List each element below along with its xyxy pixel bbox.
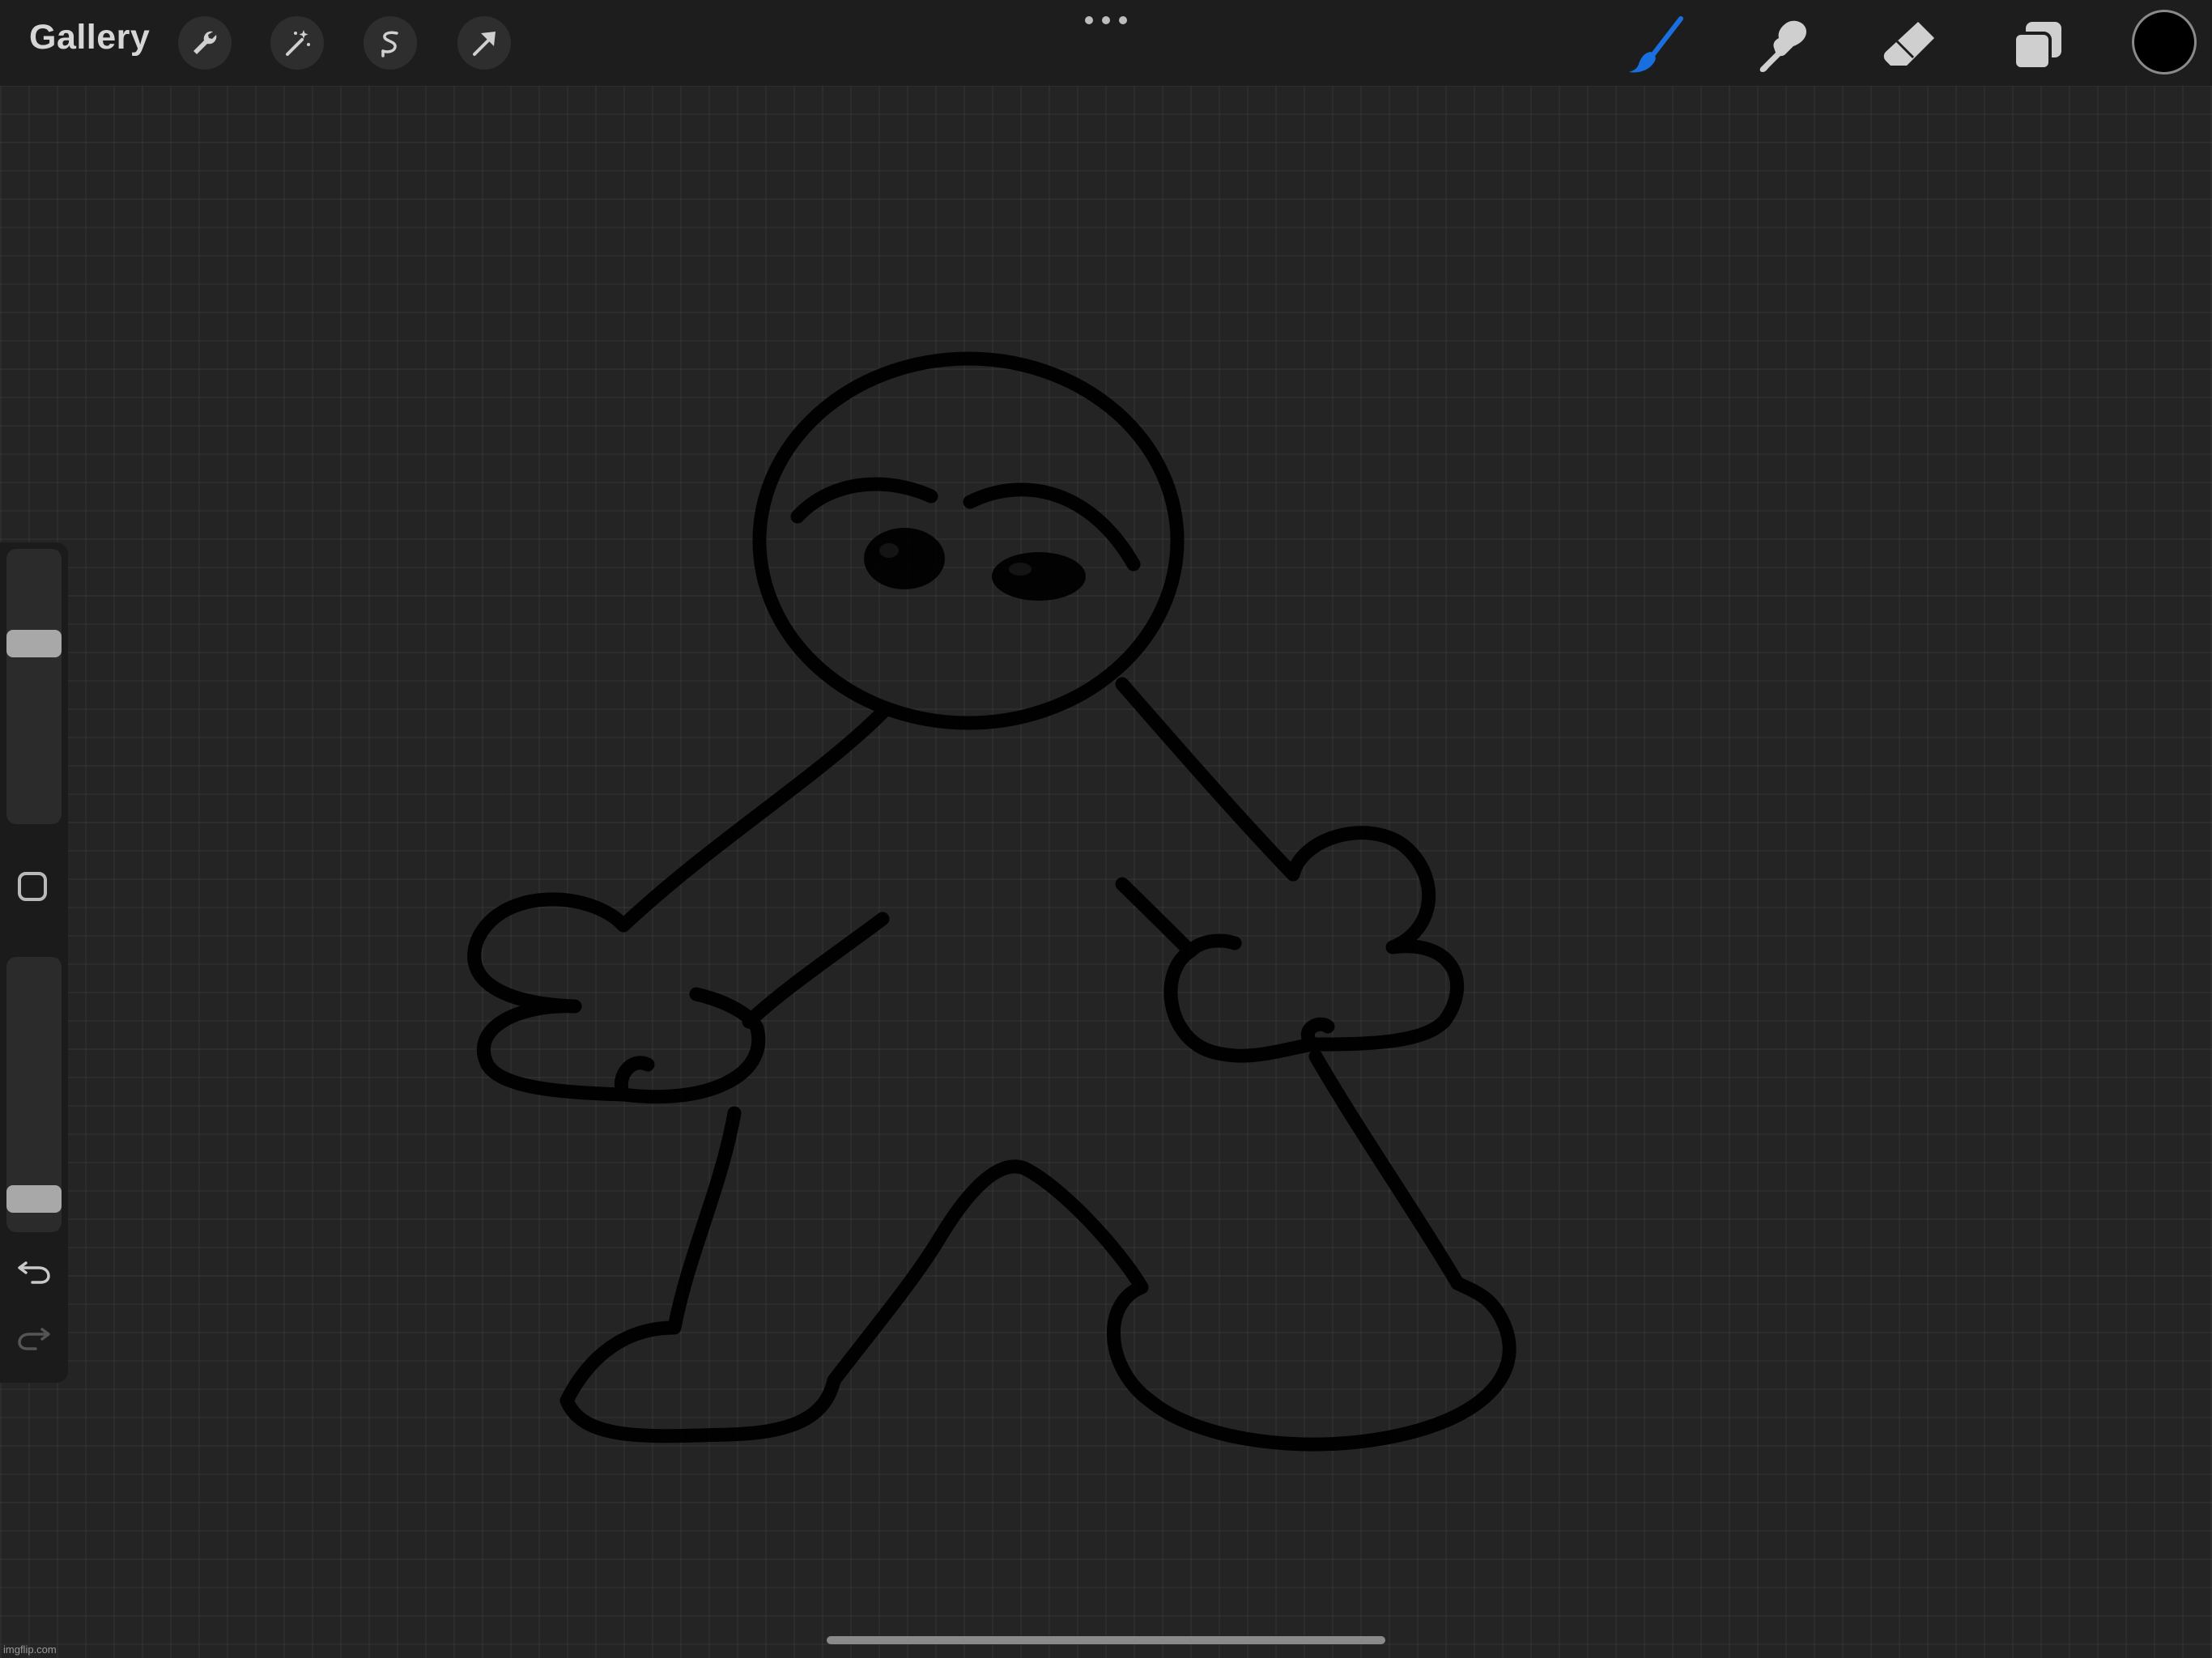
right-eye-mark: [992, 552, 1086, 601]
wrench-icon: [194, 31, 217, 54]
opacity-slider[interactable]: [6, 957, 62, 1232]
actions-button[interactable]: [178, 16, 232, 70]
top-toolbar: Gallery: [0, 0, 2212, 86]
brush-size-slider-thumb[interactable]: [6, 630, 62, 658]
left-leg-stroke: [559, 1106, 841, 1443]
right-leg-stroke: [1308, 1049, 1465, 1290]
transform-arrow-icon: [473, 32, 496, 56]
left-arm-upper-stroke: [616, 705, 890, 933]
left-hand-stroke: [467, 892, 766, 1104]
brush-icon: [1629, 16, 1683, 73]
canvas-drawing[interactable]: [0, 0, 2212, 1658]
gallery-button[interactable]: Gallery: [29, 18, 150, 57]
more-options-button[interactable]: [1085, 11, 1127, 29]
procreate-app: Gallery imgflip.com: [0, 0, 2212, 1658]
eraser-icon: [1883, 22, 1934, 66]
adjustments-button[interactable]: [270, 16, 324, 70]
modify-button[interactable]: [18, 872, 47, 901]
transform-button[interactable]: [457, 16, 511, 70]
smudge-icon: [1759, 20, 1806, 72]
left-eye-mark: [864, 528, 945, 589]
smudge-tool-button[interactable]: [1750, 13, 1815, 78]
dot-icon: [1102, 16, 1110, 24]
left-sidebar: [0, 542, 68, 1383]
watermark-text: imgflip.com: [3, 1643, 57, 1656]
inner-legs-stroke: [827, 1159, 1149, 1388]
brush-tool-button[interactable]: [1623, 13, 1688, 78]
color-picker-button[interactable]: [2134, 12, 2194, 72]
opacity-slider-thumb[interactable]: [6, 1185, 62, 1214]
layers-button[interactable]: [2006, 13, 2070, 78]
layers-icon: [2013, 22, 2061, 70]
home-indicator[interactable]: [827, 1636, 1385, 1644]
right-arm-lower-stroke: [1115, 877, 1197, 959]
right-arm-upper-stroke: [1115, 677, 1300, 882]
left-eyebrow-stroke: [790, 477, 938, 524]
redo-icon[interactable]: [16, 1318, 52, 1354]
magic-wand-icon: [286, 30, 310, 56]
brush-size-slider[interactable]: [6, 549, 62, 824]
selection-icon: [381, 31, 398, 57]
undo-icon[interactable]: [16, 1252, 52, 1287]
selection-button[interactable]: [364, 16, 417, 70]
right-eye-highlight: [1009, 563, 1032, 576]
eraser-tool-button[interactable]: [1878, 13, 1943, 78]
right-foot-stroke: [1106, 1276, 1516, 1452]
dot-icon: [1119, 16, 1127, 24]
left-arm-lower-stroke: [742, 912, 890, 1029]
right-eyebrow-stroke: [963, 483, 1141, 572]
dot-icon: [1085, 16, 1093, 24]
left-eye-highlight: [879, 543, 899, 558]
